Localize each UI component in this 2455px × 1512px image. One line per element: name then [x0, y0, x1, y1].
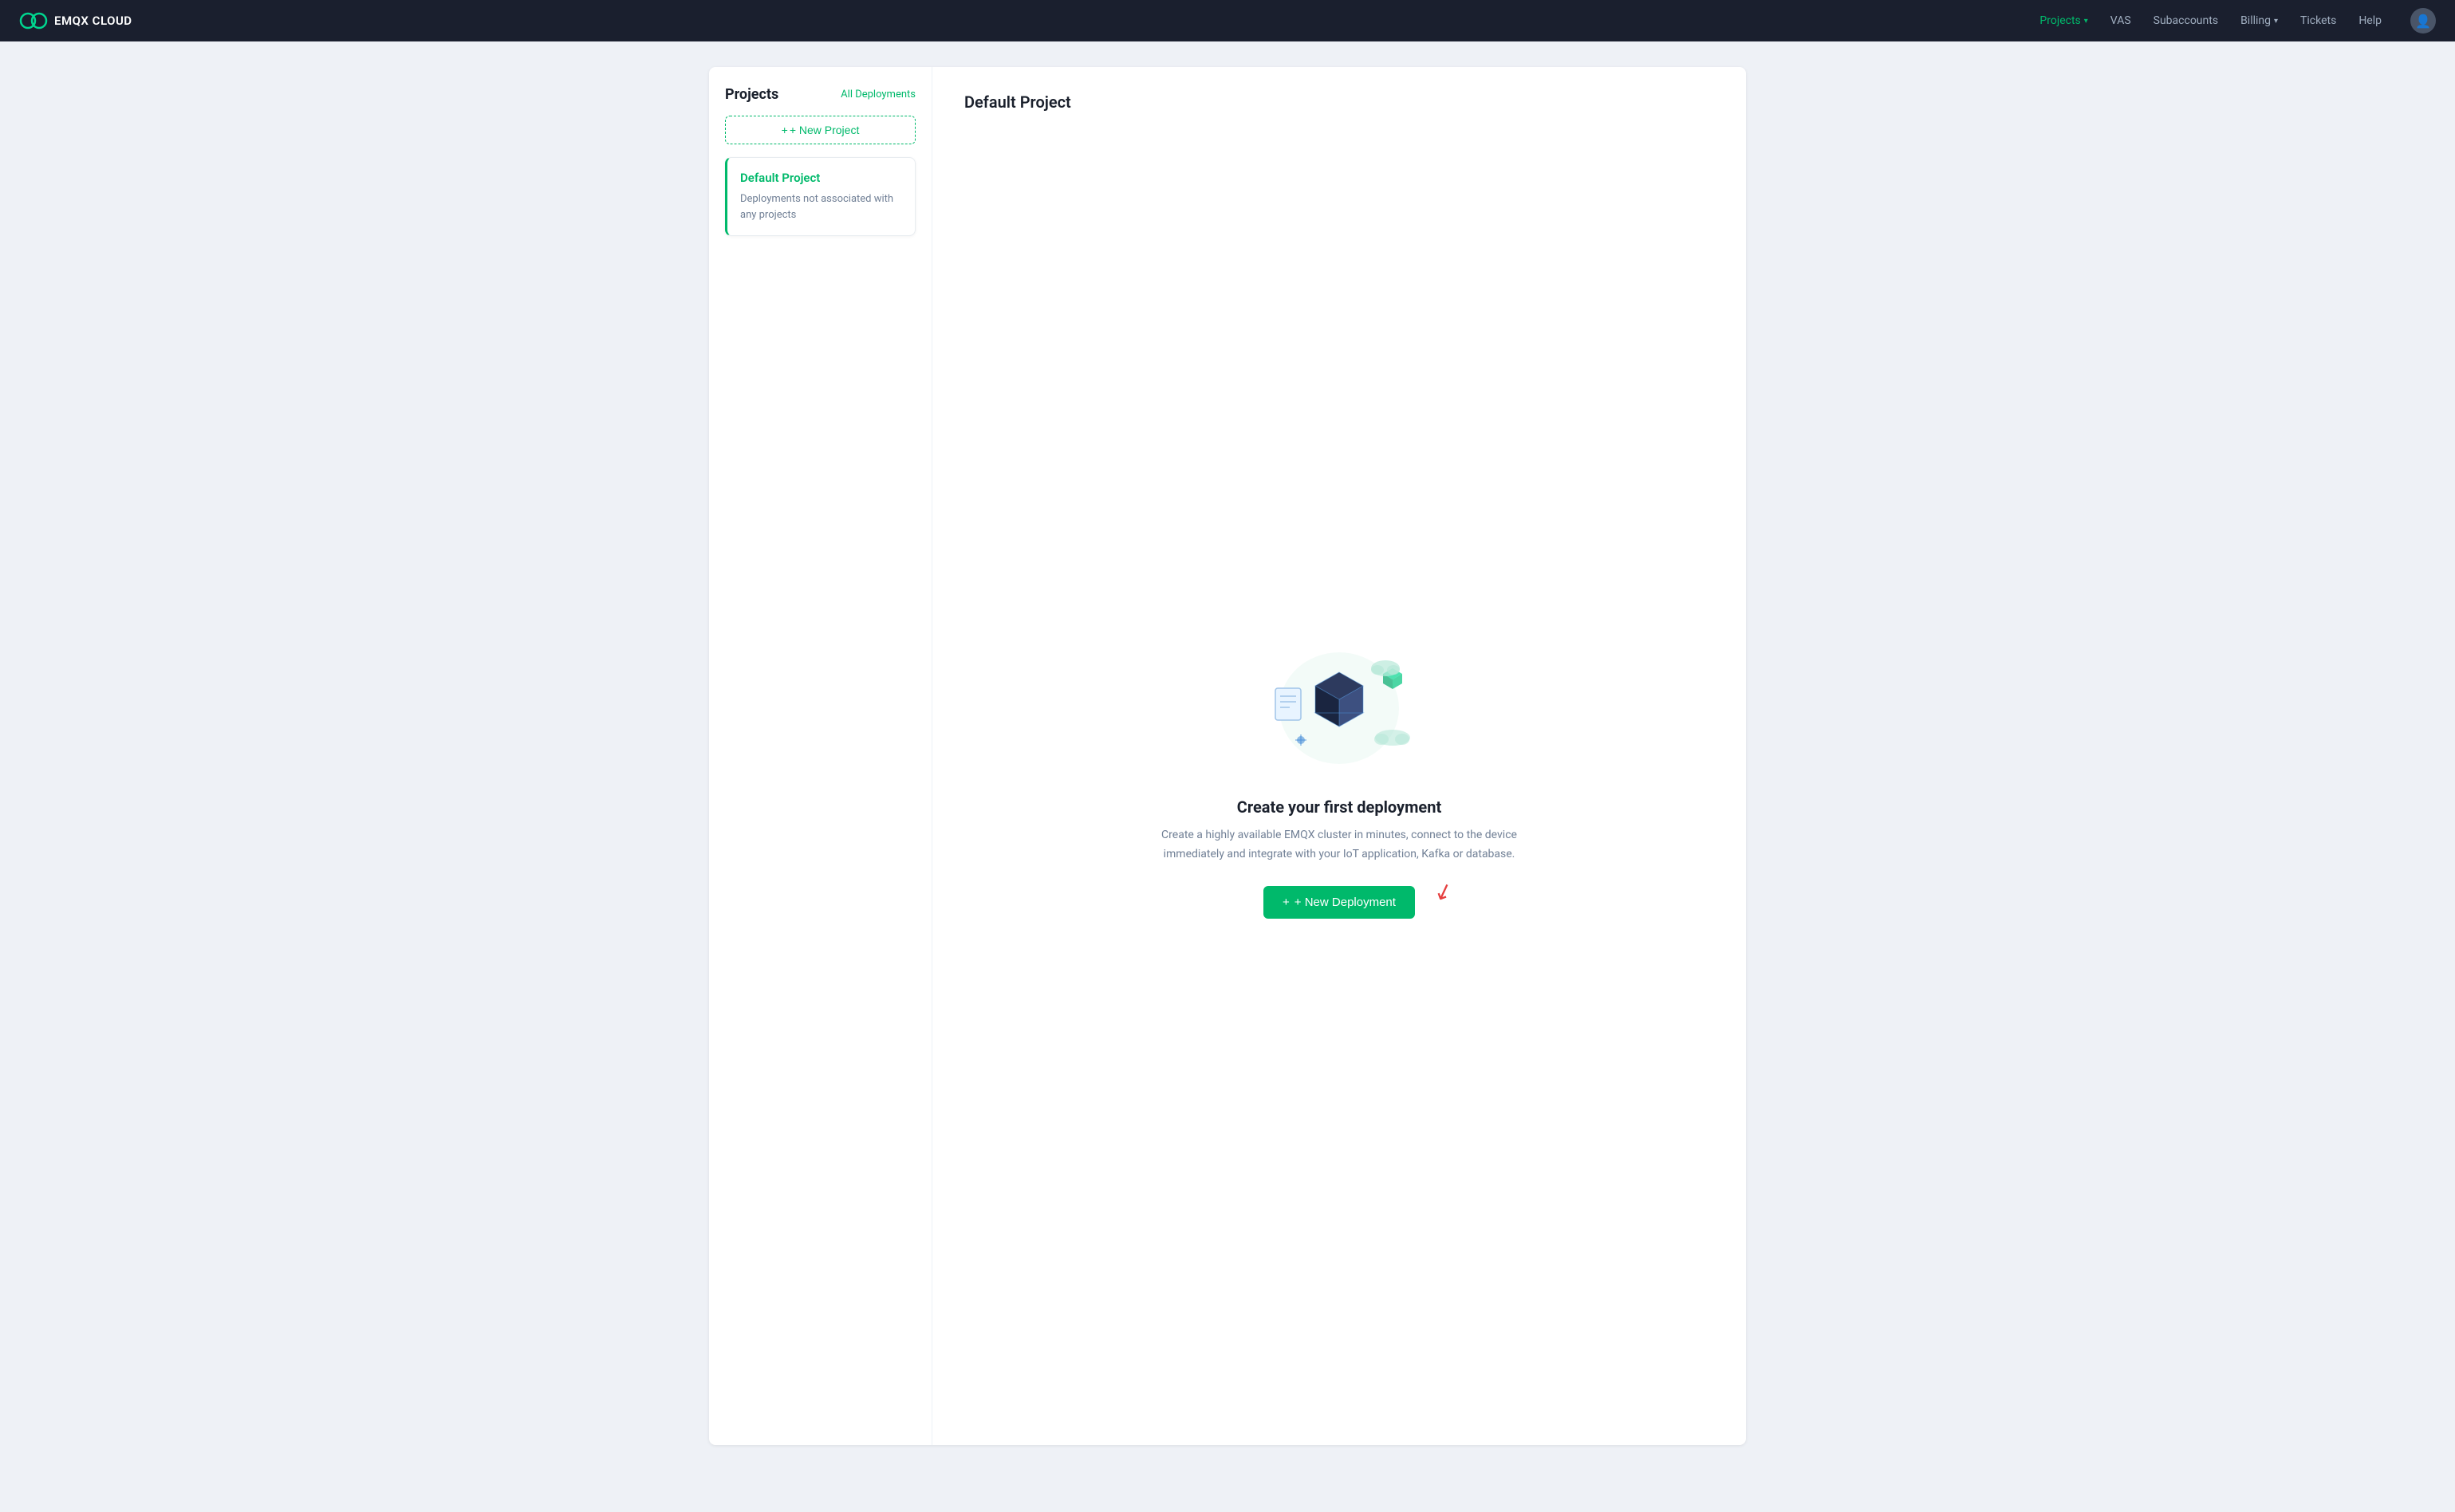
nav-billing[interactable]: Billing ▾: [2240, 14, 2278, 27]
sidebar-header: Projects All Deployments: [725, 86, 916, 103]
all-deployments-link[interactable]: All Deployments: [841, 89, 916, 100]
nav-projects[interactable]: Projects ▾: [2039, 14, 2087, 27]
project-card-description: Deployments not associated with any proj…: [740, 191, 902, 222]
emqx-logo-icon: [19, 11, 48, 30]
page-wrapper: Projects All Deployments + + New Project…: [0, 41, 2455, 1471]
annotation-arrow: ↙: [1431, 876, 1457, 907]
brand-name: EMQX CLOUD: [54, 14, 132, 28]
navbar: EMQX CLOUD Projects ▾ VAS Subaccounts Bi…: [0, 0, 2455, 41]
new-deployment-button[interactable]: + + New Deployment: [1263, 886, 1415, 919]
default-project-card[interactable]: Default Project Deployments not associat…: [725, 157, 916, 236]
chevron-down-icon: ▾: [2274, 17, 2278, 26]
nav-subaccounts[interactable]: Subaccounts: [2154, 14, 2218, 27]
content-container: Projects All Deployments + + New Project…: [709, 67, 1746, 1445]
navbar-nav: Projects ▾ VAS Subaccounts Billing ▾ Tic…: [2039, 8, 2436, 33]
new-deployment-wrapper: + + New Deployment ↙: [1263, 886, 1415, 919]
empty-state-title: Create your first deployment: [1237, 797, 1441, 817]
new-project-button[interactable]: + + New Project: [725, 116, 916, 144]
nav-help[interactable]: Help: [2358, 14, 2382, 27]
main-content: Default Project: [932, 67, 1746, 1445]
sidebar: Projects All Deployments + + New Project…: [709, 67, 932, 1445]
brand: EMQX CLOUD: [19, 11, 132, 30]
user-avatar[interactable]: 👤: [2410, 8, 2436, 33]
user-icon: 👤: [2415, 14, 2431, 29]
plus-icon: +: [1283, 896, 1290, 909]
nav-vas[interactable]: VAS: [2110, 14, 2131, 27]
chevron-down-icon: ▾: [2084, 17, 2088, 26]
empty-state: Create your first deployment Create a hi…: [964, 144, 1714, 1419]
empty-state-description: Create a highly available EMQX cluster i…: [1132, 826, 1547, 864]
nav-tickets[interactable]: Tickets: [2300, 14, 2336, 27]
deployment-illustration: [1259, 644, 1419, 772]
plus-icon: +: [782, 124, 788, 136]
sidebar-title: Projects: [725, 86, 778, 103]
page-title: Default Project: [964, 93, 1714, 112]
project-card-name: Default Project: [740, 171, 902, 185]
